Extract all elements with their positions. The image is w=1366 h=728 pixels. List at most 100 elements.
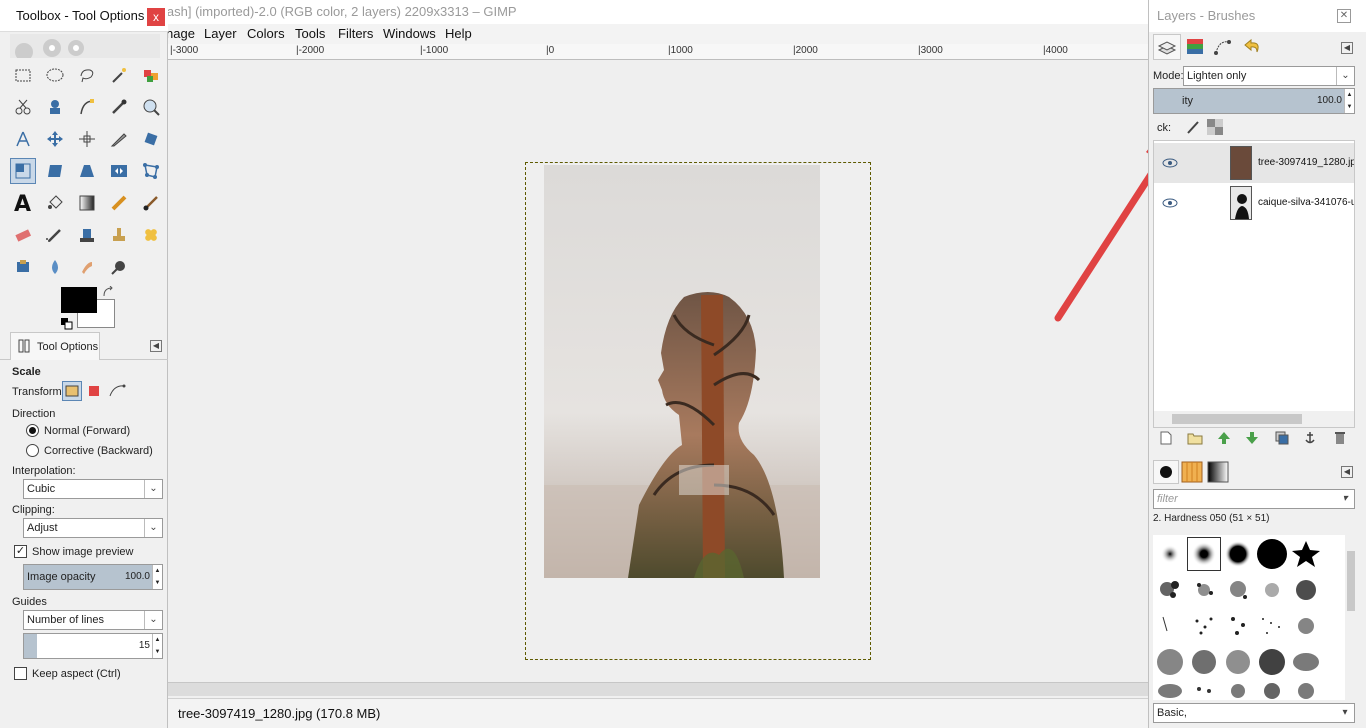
eraser-tool[interactable]: [10, 222, 36, 248]
perspective-clone-tool[interactable]: [10, 254, 36, 280]
menu-help[interactable]: Help: [445, 26, 472, 41]
heal-tool[interactable]: [138, 222, 164, 248]
fuzzy-select-tool[interactable]: [106, 62, 132, 88]
brush-item[interactable]: [1255, 645, 1289, 679]
menu-image[interactable]: nage: [166, 26, 195, 41]
brush-item[interactable]: [1255, 573, 1289, 607]
layer-row[interactable]: caique-silva-341076-u: [1154, 183, 1354, 223]
flip-tool[interactable]: [106, 158, 132, 184]
image-opacity-spinner[interactable]: Image opacity 100.0 ▲ ▼: [23, 564, 163, 590]
spinner-arrows-icon[interactable]: ▲ ▼: [1344, 89, 1354, 113]
show-preview-checkbox[interactable]: ✓: [14, 545, 27, 558]
guides-count-spinner[interactable]: 15 ▲ ▼: [23, 633, 163, 659]
close-button[interactable]: x: [147, 8, 165, 26]
wilber-drop-zone[interactable]: [10, 34, 160, 61]
free-select-tool[interactable]: [74, 62, 100, 88]
direction-normal-radio[interactable]: [26, 424, 39, 437]
move-tool[interactable]: [42, 126, 68, 152]
menu-windows[interactable]: Windows: [383, 26, 436, 41]
tab-brushes[interactable]: [1153, 460, 1179, 484]
brush-item[interactable]: [1221, 573, 1255, 607]
menu-colors[interactable]: Colors: [247, 26, 285, 41]
foreground-color-swatch[interactable]: [61, 287, 97, 313]
brush-item[interactable]: [1255, 679, 1289, 699]
clone-tool[interactable]: [106, 222, 132, 248]
eye-icon[interactable]: [1162, 155, 1178, 171]
anchor-layer-icon[interactable]: [1303, 431, 1317, 445]
transform-path-button[interactable]: [108, 381, 128, 401]
pane-menu-button[interactable]: ◀: [150, 340, 162, 352]
shear-tool[interactable]: [42, 158, 68, 184]
brush-item[interactable]: [1289, 537, 1323, 571]
rect-select-tool[interactable]: [10, 62, 36, 88]
tab-channels[interactable]: [1181, 34, 1209, 60]
measure-tool[interactable]: [10, 126, 36, 152]
blur-sharpen-tool[interactable]: [42, 254, 68, 280]
brush-item[interactable]: [1289, 609, 1323, 643]
lock-pixels-icon[interactable]: [1185, 119, 1201, 135]
align-tool[interactable]: [74, 126, 100, 152]
brush-item[interactable]: [1289, 645, 1323, 679]
smudge-tool[interactable]: [74, 254, 100, 280]
image-canvas[interactable]: [168, 60, 1178, 682]
layer-row[interactable]: tree-3097419_1280.jpg: [1154, 143, 1354, 183]
brush-item[interactable]: [1221, 537, 1255, 571]
tab-gradients[interactable]: [1207, 461, 1229, 483]
blend-tool[interactable]: [74, 190, 100, 216]
brush-item[interactable]: [1153, 679, 1187, 699]
ellipse-select-tool[interactable]: [42, 62, 68, 88]
brush-item[interactable]: [1153, 609, 1187, 643]
scale-tool[interactable]: [10, 158, 36, 184]
spinner-arrows-icon[interactable]: ▲ ▼: [152, 565, 162, 589]
layer-mode-select[interactable]: Lighten only ⌄: [1183, 66, 1355, 86]
brush-item[interactable]: [1289, 573, 1323, 607]
crop-tool[interactable]: [106, 126, 132, 152]
brush-item[interactable]: [1255, 609, 1289, 643]
swap-colors-icon[interactable]: [102, 286, 116, 298]
composite-image[interactable]: [544, 165, 820, 578]
layer-opacity-spinner[interactable]: ity 100.0 ▲ ▼: [1153, 88, 1355, 114]
pane-menu-button[interactable]: ◀: [1341, 466, 1353, 478]
brush-item[interactable]: [1187, 645, 1221, 679]
brush-item[interactable]: [1187, 609, 1221, 643]
cage-transform-tool[interactable]: [138, 158, 164, 184]
dodge-burn-tool[interactable]: [106, 254, 132, 280]
transform-selection-button[interactable]: [86, 383, 102, 399]
brush-item[interactable]: [1187, 679, 1221, 699]
layers-scrollbar[interactable]: [1154, 411, 1354, 427]
tab-tool-options[interactable]: Tool Options: [10, 332, 100, 360]
color-picker-tool[interactable]: [106, 94, 132, 120]
brush-item[interactable]: [1289, 679, 1323, 699]
pane-menu-button[interactable]: ◀: [1341, 42, 1353, 54]
delete-layer-icon[interactable]: [1333, 431, 1347, 445]
brush-filter-input[interactable]: filter ▾: [1153, 489, 1355, 509]
eye-icon[interactable]: [1162, 195, 1178, 211]
default-colors-icon[interactable]: [61, 318, 73, 330]
horizontal-scrollbar[interactable]: [168, 682, 1148, 696]
zoom-tool[interactable]: [138, 94, 164, 120]
select-by-color-tool[interactable]: [138, 62, 164, 88]
scrollbar-thumb[interactable]: [1172, 414, 1302, 424]
brush-item[interactable]: [1221, 679, 1255, 699]
scissors-tool[interactable]: [10, 94, 36, 120]
scrollbar-thumb[interactable]: [1347, 551, 1355, 611]
airbrush-tool[interactable]: [42, 222, 68, 248]
brush-preset-select[interactable]: Basic, ▾: [1153, 703, 1355, 723]
bucket-fill-tool[interactable]: [42, 190, 68, 216]
keep-aspect-checkbox[interactable]: [14, 667, 27, 680]
tab-paths[interactable]: [1209, 34, 1237, 60]
lower-layer-icon[interactable]: [1245, 431, 1259, 445]
brush-item[interactable]: [1221, 609, 1255, 643]
paths-tool[interactable]: [74, 94, 100, 120]
close-button[interactable]: ✕: [1337, 9, 1351, 23]
brush-item[interactable]: [1153, 537, 1187, 571]
menu-tools[interactable]: Tools: [295, 26, 325, 41]
brush-scrollbar[interactable]: [1345, 535, 1357, 700]
spinner-arrows-icon[interactable]: ▲ ▼: [152, 634, 162, 658]
new-layer-icon[interactable]: [1159, 431, 1173, 445]
brush-item-selected[interactable]: [1187, 537, 1221, 571]
brush-item[interactable]: [1221, 645, 1255, 679]
brush-item[interactable]: [1153, 645, 1187, 679]
new-layer-group-icon[interactable]: [1187, 431, 1203, 445]
horizontal-ruler[interactable]: |-3000 |-2000 |-1000 |0 |1000 |2000 |300…: [168, 44, 1148, 60]
